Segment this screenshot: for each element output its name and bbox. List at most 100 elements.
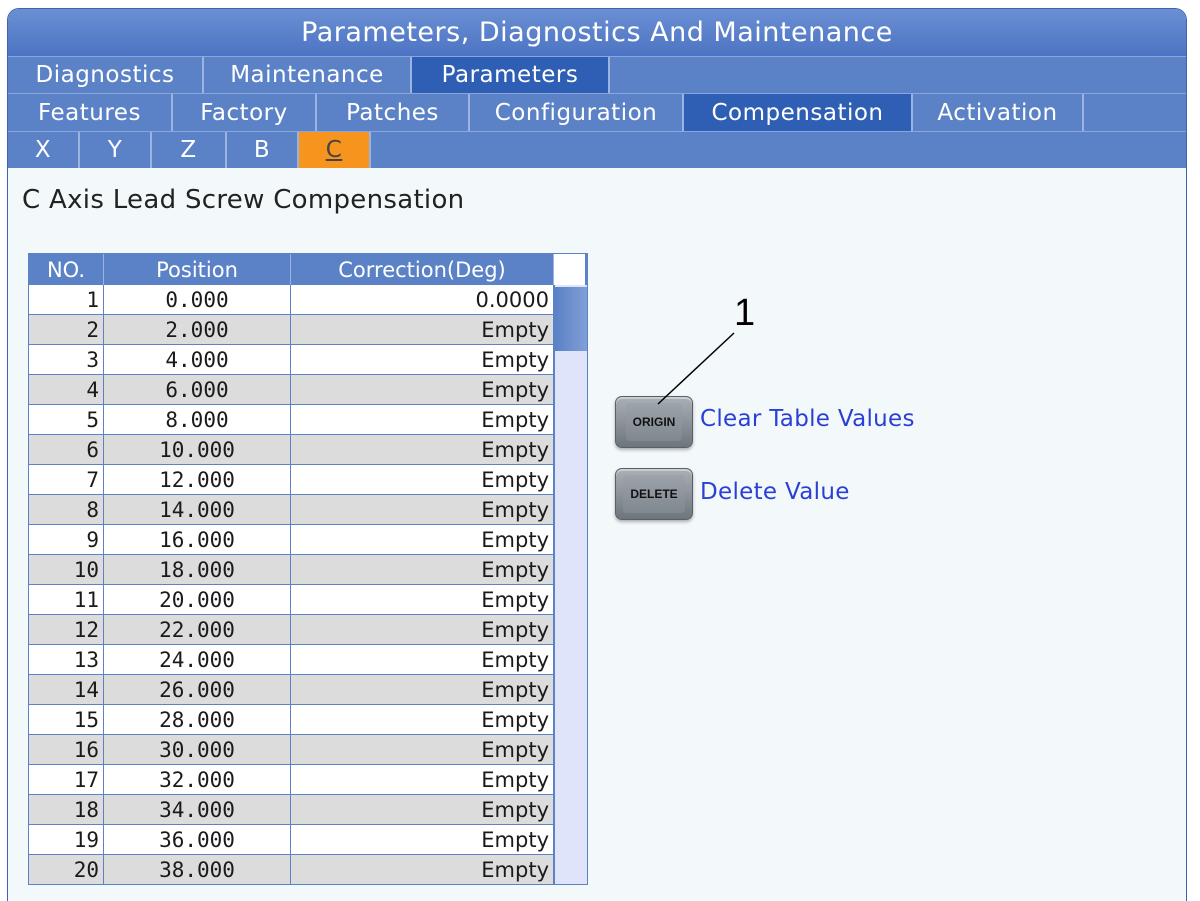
tab-axis-x[interactable]: X (8, 132, 80, 168)
table-row[interactable]: 7 12.000 Empty (29, 465, 587, 495)
cell-correction[interactable]: Empty (291, 795, 554, 824)
table-row[interactable]: 12 22.000 Empty (29, 615, 587, 645)
cell-position: 6.000 (104, 375, 291, 404)
cell-no: 4 (29, 375, 104, 404)
tab-diagnostics[interactable]: Diagnostics (8, 57, 204, 93)
cell-position: 10.000 (104, 435, 291, 464)
cell-position: 30.000 (104, 735, 291, 764)
table-row[interactable]: 11 20.000 Empty (29, 585, 587, 615)
delete-key-button[interactable]: DELETE (615, 468, 693, 520)
cell-no: 7 (29, 465, 104, 494)
header-scroll-corner (554, 254, 585, 285)
header-no: NO. (29, 254, 104, 285)
callout-number: 1 (734, 292, 756, 334)
tab-compensation[interactable]: Compensation (684, 94, 913, 131)
cell-position: 16.000 (104, 525, 291, 554)
cell-no: 10 (29, 555, 104, 584)
tab-parameters[interactable]: Parameters (412, 57, 610, 93)
cell-no: 20 (29, 855, 104, 884)
cell-correction[interactable]: Empty (291, 825, 554, 854)
cell-correction[interactable]: Empty (291, 495, 554, 524)
cell-position: 20.000 (104, 585, 291, 614)
cell-correction[interactable]: Empty (291, 375, 554, 404)
cell-no: 5 (29, 405, 104, 434)
cell-no: 17 (29, 765, 104, 794)
cell-no: 18 (29, 795, 104, 824)
cell-no: 11 (29, 585, 104, 614)
tab-activation[interactable]: Activation (913, 94, 1084, 131)
cell-position: 22.000 (104, 615, 291, 644)
tab-patches[interactable]: Patches (317, 94, 470, 131)
cell-no: 9 (29, 525, 104, 554)
tab-factory[interactable]: Factory (173, 94, 317, 131)
window-title: Parameters, Diagnostics And Maintenance (8, 9, 1186, 56)
delete-value-label: Delete Value (700, 479, 850, 505)
origin-key-button[interactable]: ORIGIN (615, 396, 693, 448)
tab-row-main: Diagnostics Maintenance Parameters (8, 56, 1186, 93)
table-row[interactable]: 5 8.000 Empty (29, 405, 587, 435)
table-row[interactable]: 17 32.000 Empty (29, 765, 587, 795)
table-row[interactable]: 18 34.000 Empty (29, 795, 587, 825)
tab-features[interactable]: Features (8, 94, 173, 131)
cell-position: 28.000 (104, 705, 291, 734)
tab-maintenance[interactable]: Maintenance (204, 57, 412, 93)
table-body: 1 0.000 0.0000 2 2.000 Empty 3 4.000 Empty 4 6.000… (29, 285, 587, 884)
cell-position: 34.000 (104, 795, 291, 824)
cell-correction[interactable]: Empty (291, 585, 554, 614)
cell-no: 8 (29, 495, 104, 524)
cell-position: 0.000 (104, 285, 291, 314)
cell-no: 16 (29, 735, 104, 764)
cell-position: 24.000 (104, 645, 291, 674)
clear-table-values-label: Clear Table Values (700, 406, 915, 432)
table-row[interactable]: 16 30.000 Empty (29, 735, 587, 765)
tab-axis-z[interactable]: Z (152, 132, 227, 168)
tab-row-axis: X Y Z B C (8, 131, 1186, 168)
cell-no: 3 (29, 345, 104, 374)
table-row[interactable]: 3 4.000 Empty (29, 345, 587, 375)
tab-axis-y[interactable]: Y (80, 132, 152, 168)
table-row[interactable]: 4 6.000 Empty (29, 375, 587, 405)
cell-correction[interactable]: Empty (291, 465, 554, 494)
table-scrollbar[interactable] (554, 285, 587, 884)
cell-correction[interactable]: Empty (291, 525, 554, 554)
table-row[interactable]: 8 14.000 Empty (29, 495, 587, 525)
header-position: Position (104, 254, 291, 285)
table-row[interactable]: 20 38.000 Empty (29, 855, 587, 884)
cell-correction[interactable]: Empty (291, 345, 554, 374)
cell-correction[interactable]: Empty (291, 765, 554, 794)
cell-no: 14 (29, 675, 104, 704)
cell-position: 12.000 (104, 465, 291, 494)
cell-correction[interactable]: Empty (291, 405, 554, 434)
table-row[interactable]: 1 0.000 0.0000 (29, 285, 587, 315)
cell-correction[interactable]: Empty (291, 855, 554, 884)
tab-configuration[interactable]: Configuration (470, 94, 684, 131)
tab-axis-c[interactable]: C (299, 132, 371, 168)
table-row[interactable]: 6 10.000 Empty (29, 435, 587, 465)
cell-correction[interactable]: Empty (291, 315, 554, 344)
cell-no: 19 (29, 825, 104, 854)
table-row[interactable]: 15 28.000 Empty (29, 705, 587, 735)
compensation-table: NO. Position Correction(Deg) 1 0.000 0.000… (28, 253, 588, 885)
cell-no: 15 (29, 705, 104, 734)
cell-correction[interactable]: Empty (291, 555, 554, 584)
tab-row-parameters: Features Factory Patches Configuration C… (8, 93, 1186, 131)
cell-correction[interactable]: 0.0000 (291, 285, 554, 314)
cell-correction[interactable]: Empty (291, 675, 554, 704)
tab-axis-b[interactable]: B (227, 132, 299, 168)
table-row[interactable]: 13 24.000 Empty (29, 645, 587, 675)
table-row[interactable]: 2 2.000 Empty (29, 315, 587, 345)
table-row[interactable]: 10 18.000 Empty (29, 555, 587, 585)
cell-correction[interactable]: Empty (291, 735, 554, 764)
cell-correction[interactable]: Empty (291, 435, 554, 464)
cell-position: 26.000 (104, 675, 291, 704)
cell-position: 38.000 (104, 855, 291, 884)
cell-correction[interactable]: Empty (291, 645, 554, 674)
page-title: C Axis Lead Screw Compensation (22, 185, 465, 215)
scrollbar-thumb[interactable] (555, 287, 587, 351)
cell-position: 18.000 (104, 555, 291, 584)
cell-correction[interactable]: Empty (291, 615, 554, 644)
table-row[interactable]: 14 26.000 Empty (29, 675, 587, 705)
cell-correction[interactable]: Empty (291, 705, 554, 734)
table-row[interactable]: 9 16.000 Empty (29, 525, 587, 555)
table-row[interactable]: 19 36.000 Empty (29, 825, 587, 855)
